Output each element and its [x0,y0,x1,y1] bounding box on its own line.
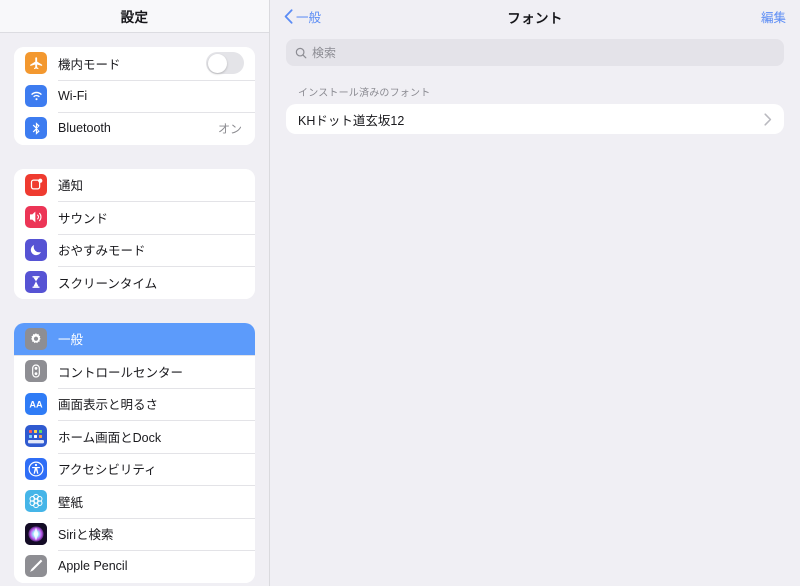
display-brightness-icon: AA [25,392,47,415]
chevron-left-icon [284,9,293,24]
chevron-right-icon [764,112,772,126]
list-item[interactable]: KHドット道玄坂12 [286,104,784,134]
sidebar-item-label: スクリーンタイム [58,276,158,291]
sidebar-item-wifi[interactable]: Wi-Fi [14,79,255,112]
notifications-icon [25,173,47,196]
sidebar-item-label: おやすみモード [58,244,146,259]
airplane-mode-toggle[interactable] [206,52,244,75]
do-not-disturb-icon [25,238,47,261]
search-field[interactable]: 検索 [286,39,784,66]
sidebar-item-siri-search[interactable]: Siriと検索 [14,517,255,550]
sidebar-item-home-screen-dock[interactable]: ホーム画面とDock [14,420,255,453]
airplane-icon [25,52,47,75]
sidebar-item-label: サウンド [58,211,109,226]
sidebar-item-label: 壁紙 [58,495,84,510]
font-name-label: KHドット道玄坂12 [298,113,405,128]
sidebar-group-connectivity: 機内モード Wi-Fi Bluetooth オン [14,47,255,145]
sidebar-item-label: ホーム画面とDock [58,430,162,445]
sidebar-item-display-brightness[interactable]: AA 画面表示と明るさ [14,387,255,420]
sidebar-item-do-not-disturb[interactable]: おやすみモード [14,233,255,266]
sidebar-item-general[interactable]: 一般 [14,322,255,355]
sidebar-item-label: アクセシビリティ [58,463,157,478]
sidebar-item-label: Bluetooth [58,121,111,136]
sidebar-item-sounds[interactable]: サウンド [14,201,255,234]
fonts-detail-pane: 一般 フォント 編集 検索 インストール済みのフォント KHドット道玄坂12 [270,0,800,586]
edit-button[interactable]: 編集 [761,7,786,26]
screen-time-icon [25,271,47,294]
sidebar-item-apple-pencil[interactable]: Apple Pencil [14,550,255,583]
installed-fonts-list: KHドット道玄坂12 [286,104,784,134]
sidebar-item-wallpaper[interactable]: 壁紙 [14,485,255,518]
wallpaper-icon [25,490,47,513]
search-placeholder: 検索 [312,46,337,60]
sidebar-item-screen-time[interactable]: スクリーンタイム [14,266,255,299]
settings-window: 設定 機内モード Wi-Fi Bluetooth オン 通知 サウンド おやすみ… [0,0,800,586]
settings-sidebar: 設定 機内モード Wi-Fi Bluetooth オン 通知 サウンド おやすみ… [0,0,269,586]
sidebar-item-label: 機内モード [58,57,121,72]
sidebar-item-label: Wi-Fi [58,88,88,103]
sidebar-group-system: 一般 コントロールセンター AA 画面表示と明るさ ホーム画面とDock アクセ… [14,322,255,583]
sidebar-item-label: 一般 [58,333,84,348]
control-center-icon [25,360,47,383]
detail-header: 一般 フォント 編集 [270,0,800,33]
sidebar-item-label: Siriと検索 [58,528,114,543]
search-icon [295,47,307,58]
sidebar-item-label: 通知 [58,179,84,194]
page-title: 設定 [120,10,149,25]
apple-pencil-icon [25,555,47,578]
sidebar-item-label: コントロールセンター [58,365,184,380]
sidebar-item-airplane-mode[interactable]: 機内モード [14,47,255,80]
sidebar-item-accessibility[interactable]: アクセシビリティ [14,452,255,485]
sidebar-item-label: 画面表示と明るさ [58,398,159,413]
sidebar-item-control-center[interactable]: コントロールセンター [14,355,255,388]
bluetooth-status-value: オン [217,121,242,136]
sidebar-scroll-area[interactable]: 機内モード Wi-Fi Bluetooth オン 通知 サウンド おやすみモード… [0,33,269,585]
back-button-label: 一般 [296,11,322,25]
sidebar-item-bluetooth[interactable]: Bluetooth オン [14,112,255,145]
sidebar-header: 設定 [0,0,269,33]
installed-fonts-section-header: インストール済みのフォント [298,88,431,99]
sidebar-item-label: Apple Pencil [58,559,128,574]
back-button[interactable]: 一般 [284,7,321,26]
accessibility-icon [25,457,47,480]
toggle-knob [207,53,227,73]
sidebar-group-alerts: 通知 サウンド おやすみモード スクリーンタイム [14,168,255,299]
detail-body: 検索 インストール済みのフォント KHドット道玄坂12 [270,33,800,134]
detail-title: フォント [507,10,563,26]
siri-search-icon [25,522,47,545]
sidebar-item-notifications[interactable]: 通知 [14,168,255,201]
bluetooth-icon [25,117,47,140]
gear-icon [25,327,47,350]
home-screen-dock-icon [25,425,47,448]
svg-text:AA: AA [29,399,43,409]
wifi-icon [25,84,47,107]
sounds-icon [25,206,47,229]
